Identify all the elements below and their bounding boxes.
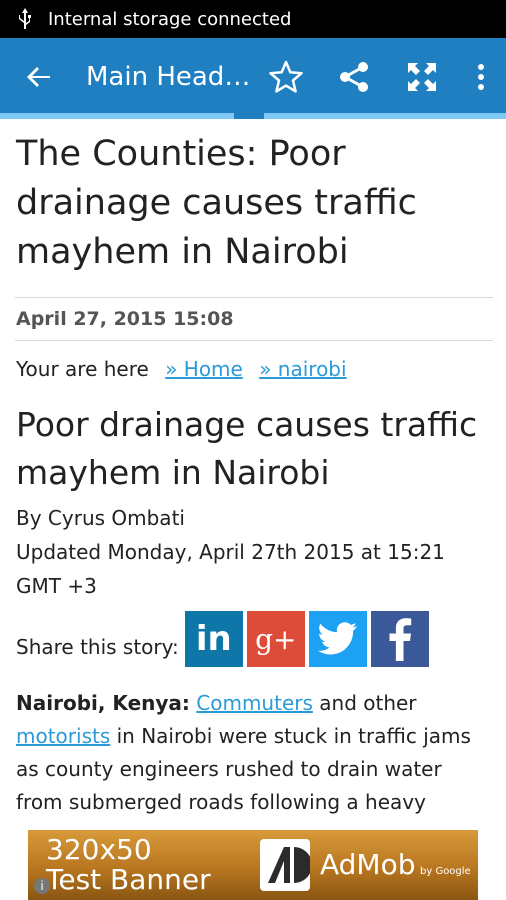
app-bar: Main Headlines	[0, 38, 506, 116]
facebook-icon[interactable]	[370, 611, 429, 667]
info-icon[interactable]: i	[34, 878, 50, 894]
google-plus-icon-text: g+	[255, 622, 297, 656]
progress-gap	[234, 113, 264, 119]
breadcrumb-home-link[interactable]: » Home	[165, 357, 243, 381]
divider	[15, 340, 493, 341]
ad-line-1: 320x50	[46, 833, 152, 866]
body-link-commuters[interactable]: Commuters	[196, 691, 313, 715]
article-author: By Cyrus Ombati	[16, 506, 185, 530]
article-body: Nairobi, Kenya: Commuters and other moto…	[16, 687, 492, 819]
article-title: Poor drainage causes traffic mayhem in N…	[16, 405, 478, 492]
body-text-1: and other	[312, 691, 417, 715]
ad-banner[interactable]: 320x50 Test Banner AdMob by Google i	[28, 830, 478, 900]
share-icon[interactable]	[334, 57, 374, 97]
page-title: Main Headlines	[86, 62, 252, 92]
body-link-motorists[interactable]: motorists	[16, 724, 110, 748]
back-arrow-icon[interactable]	[20, 58, 58, 96]
share-bar: Share this story: in g+	[16, 611, 492, 667]
article-content: The Counties: Poor drainage causes traff…	[15, 122, 493, 819]
loading-progress-bar	[0, 113, 506, 119]
usb-icon	[14, 7, 36, 31]
admob-by-google: by Google	[420, 866, 471, 877]
ad-line-2: Test Banner	[46, 863, 211, 896]
article-updated: Updated Monday, April 27th 2015 at 15:21…	[16, 540, 445, 598]
twitter-icon[interactable]	[308, 611, 367, 667]
breadcrumb-section-link[interactable]: » nairobi	[259, 357, 346, 381]
linkedin-icon-text: in	[195, 619, 232, 659]
notification-text: Internal storage connected	[48, 8, 292, 30]
google-plus-icon[interactable]: g+	[246, 611, 305, 667]
fullscreen-icon[interactable]	[402, 57, 442, 97]
linkedin-icon[interactable]: in	[184, 611, 243, 667]
ad-text: 320x50 Test Banner	[46, 835, 246, 895]
breadcrumb: Your are here » Home » nairobi	[16, 357, 492, 381]
breadcrumb-prefix: Your are here	[16, 357, 149, 381]
status-bar: Internal storage connected	[0, 0, 506, 38]
article-date: April 27, 2015 15:08	[16, 308, 234, 330]
headline: The Counties: Poor drainage causes traff…	[16, 134, 417, 272]
body-dateline: Nairobi, Kenya:	[16, 691, 190, 715]
share-label: Share this story:	[16, 635, 179, 659]
star-icon[interactable]	[266, 57, 306, 97]
admob-brand: AdMob	[320, 848, 416, 881]
admob-logo-icon	[260, 839, 312, 891]
divider	[15, 297, 493, 298]
more-vert-icon[interactable]	[461, 57, 501, 97]
